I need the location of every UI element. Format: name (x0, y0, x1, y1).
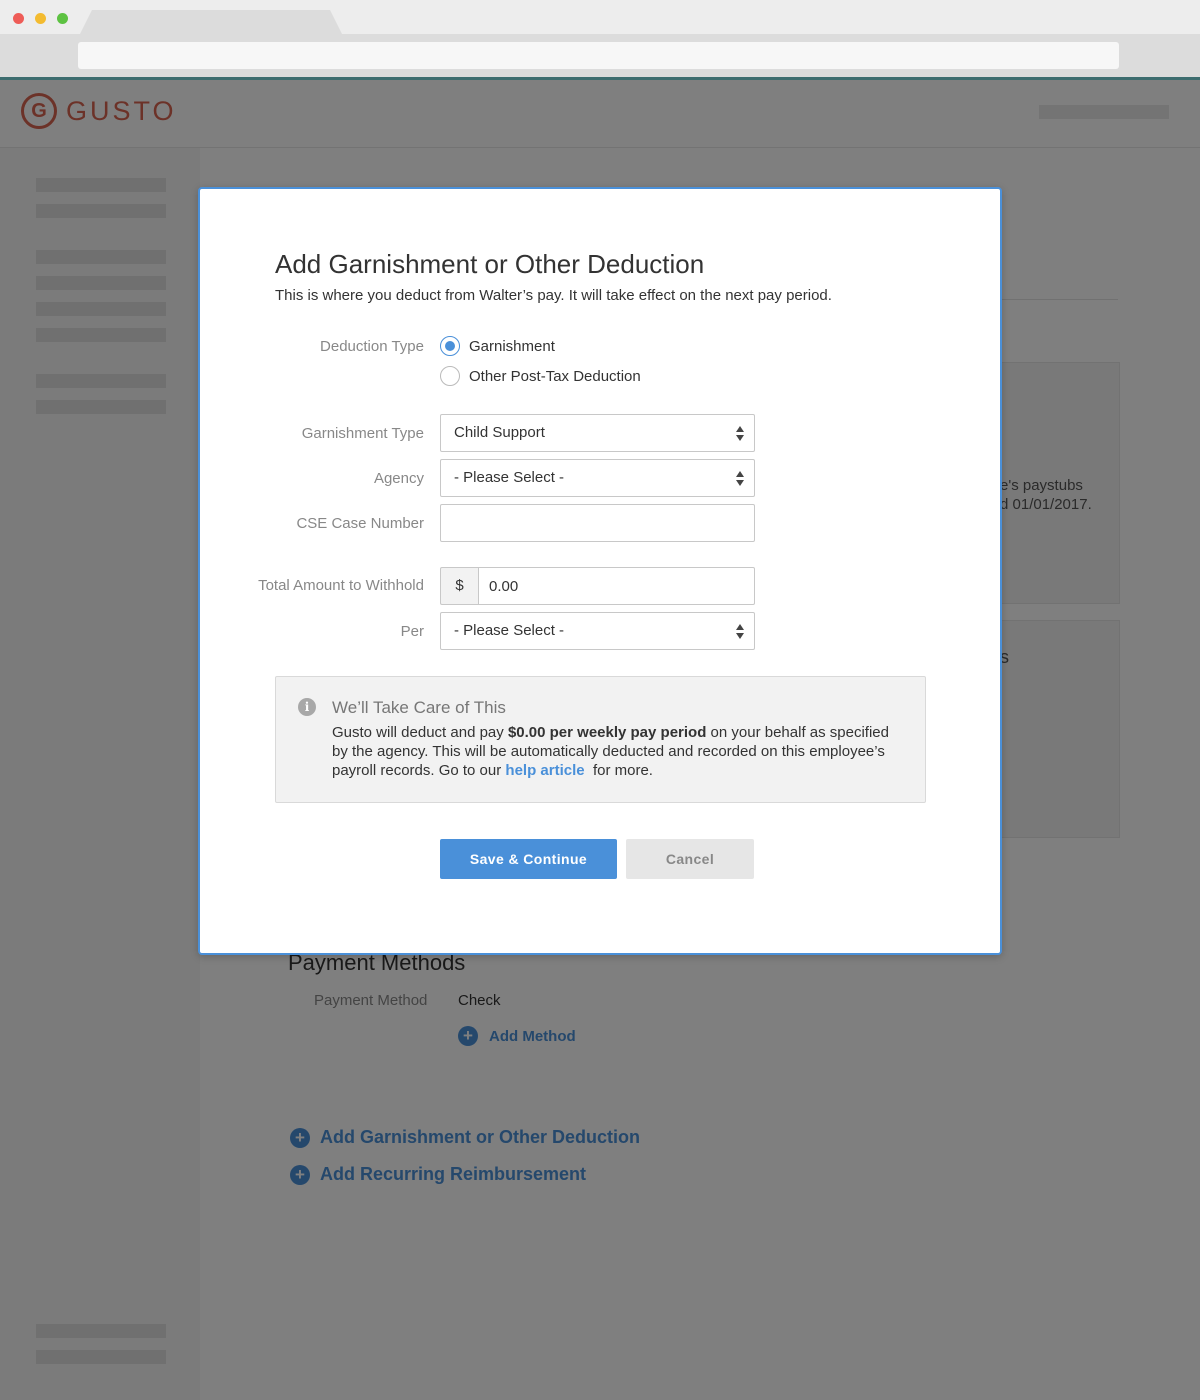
radio-checked-icon[interactable] (440, 336, 460, 356)
maximize-window-button[interactable] (57, 13, 68, 24)
radio-unchecked-icon[interactable] (440, 366, 460, 386)
radio-other-post-tax[interactable]: Other Post-Tax Deduction (440, 366, 641, 386)
total-amount-label: Total Amount to Withhold (258, 577, 424, 594)
help-article-link[interactable]: help article (505, 762, 584, 779)
select-arrows-icon (735, 624, 745, 640)
info-icon: i (298, 698, 316, 716)
save-continue-button[interactable]: Save & Continue (440, 839, 617, 879)
cse-case-number-label: CSE Case Number (296, 515, 424, 532)
agency-select[interactable]: - Please Select - (440, 459, 755, 497)
agency-label: Agency (373, 470, 424, 487)
close-window-button[interactable] (13, 13, 24, 24)
browser-chrome (0, 0, 1200, 80)
browser-tab[interactable] (80, 10, 342, 34)
modal-subtitle: This is where you deduct from Walter’s p… (275, 287, 832, 304)
cancel-button[interactable]: Cancel (626, 839, 754, 879)
garnishment-type-select[interactable]: Child Support (440, 414, 755, 452)
per-label: Per (400, 623, 424, 640)
dollar-prefix: $ (440, 567, 478, 605)
total-amount-group: $ (440, 567, 755, 605)
info-text: for more. (584, 762, 653, 779)
radio-garnishment[interactable]: Garnishment (440, 336, 555, 356)
info-title: We’ll Take Care of This (332, 698, 506, 717)
per-select[interactable]: - Please Select - (440, 612, 755, 650)
minimize-window-button[interactable] (35, 13, 46, 24)
info-text: Gusto will deduct and pay (332, 724, 508, 741)
agency-value: - Please Select - (454, 469, 565, 486)
per-value: - Please Select - (454, 622, 565, 639)
select-arrows-icon (735, 471, 745, 487)
cse-case-number-input[interactable] (440, 504, 755, 542)
radio-garnishment-label: Garnishment (469, 337, 555, 355)
info-amount: $0.00 per weekly pay period (507, 724, 707, 741)
modal-title: Add Garnishment or Other Deduction (275, 249, 705, 279)
deduction-type-label: Deduction Type (320, 338, 424, 355)
address-bar[interactable] (78, 42, 1119, 69)
garnishment-type-value: Child Support (454, 424, 545, 441)
total-amount-input[interactable] (478, 567, 755, 605)
info-body: Gusto will deduct and pay $0.00 per week… (332, 723, 892, 780)
select-arrows-icon (735, 426, 745, 442)
radio-other-post-tax-label: Other Post-Tax Deduction (469, 367, 641, 385)
garnishment-type-label: Garnishment Type (301, 425, 424, 442)
info-notice: i We’ll Take Care of This Gusto will ded… (275, 676, 926, 803)
add-deduction-modal: Add Garnishment or Other Deduction This … (198, 187, 1002, 955)
